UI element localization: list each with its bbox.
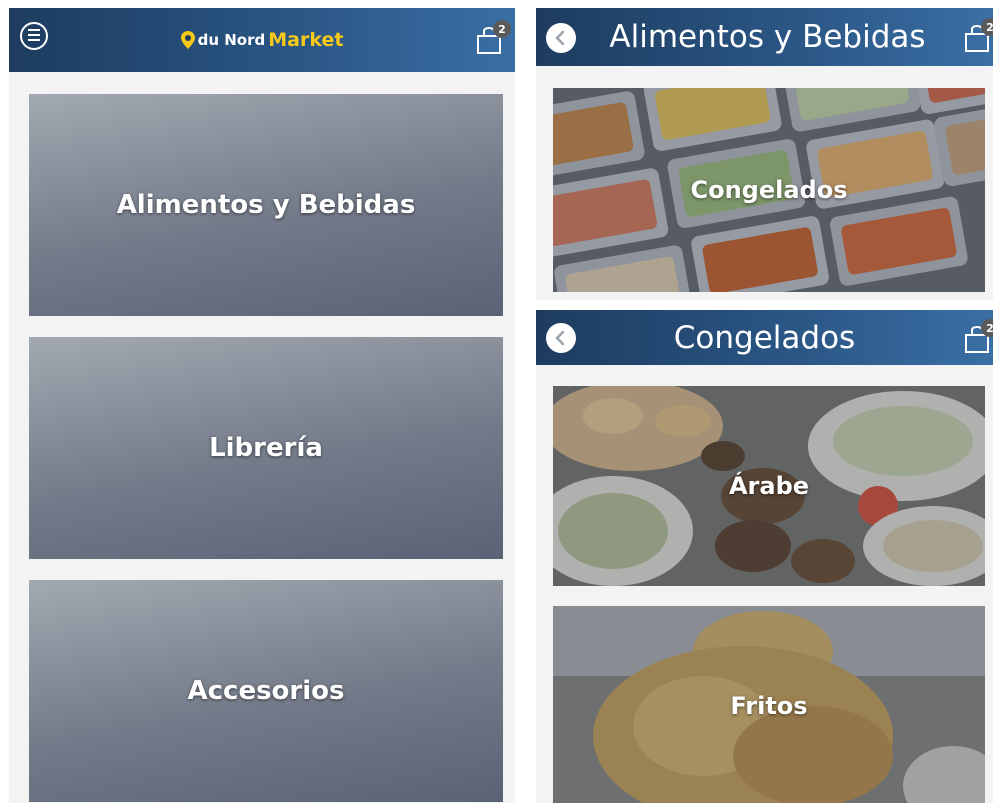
category-label: Alimentos y Bebidas [116, 190, 416, 220]
home-header: du Nord Market 2 [9, 8, 515, 72]
food-header: Alimentos y Bebidas 2 [536, 8, 993, 66]
subcategory-tile-arabe[interactable]: Árabe [553, 386, 985, 586]
category-tile-books[interactable]: Librería [29, 337, 503, 559]
subcategory-tile-congelados[interactable]: Congelados [553, 88, 985, 292]
logo-text-market: Market [268, 29, 344, 51]
category-label: Librería [209, 433, 323, 463]
app-logo: du Nord Market [9, 8, 515, 72]
location-pin-icon [180, 31, 195, 49]
cart-badge: 2 [981, 18, 993, 36]
cart-button[interactable]: 2 [475, 20, 511, 58]
subcategory-tile-fritos[interactable]: Fritos [553, 606, 985, 803]
logo-text-dunord: du Nord [197, 31, 266, 49]
cart-badge: 2 [493, 20, 511, 38]
home-screen: du Nord Market 2 Alimentos y Bebidas Lib… [9, 8, 515, 803]
page-title: Alimentos y Bebidas [609, 19, 926, 55]
cart-button[interactable]: 2 [963, 319, 993, 357]
category-tile-accessories[interactable]: Accesorios [29, 580, 503, 802]
frozen-header: Congelados 2 [536, 310, 993, 365]
cart-badge: 2 [981, 319, 993, 337]
subcategory-label: Congelados [690, 176, 848, 204]
frozen-screen: Congelados 2 Árabe Fritos [536, 310, 993, 803]
category-tile-food[interactable]: Alimentos y Bebidas [29, 94, 503, 316]
food-screen: Alimentos y Bebidas 2 Congelados [536, 8, 993, 300]
page-title: Congelados [673, 319, 856, 356]
subcategory-label: Árabe [728, 472, 810, 500]
cart-button[interactable]: 2 [963, 18, 993, 56]
subcategory-label: Fritos [730, 692, 808, 720]
category-label: Accesorios [187, 676, 345, 706]
